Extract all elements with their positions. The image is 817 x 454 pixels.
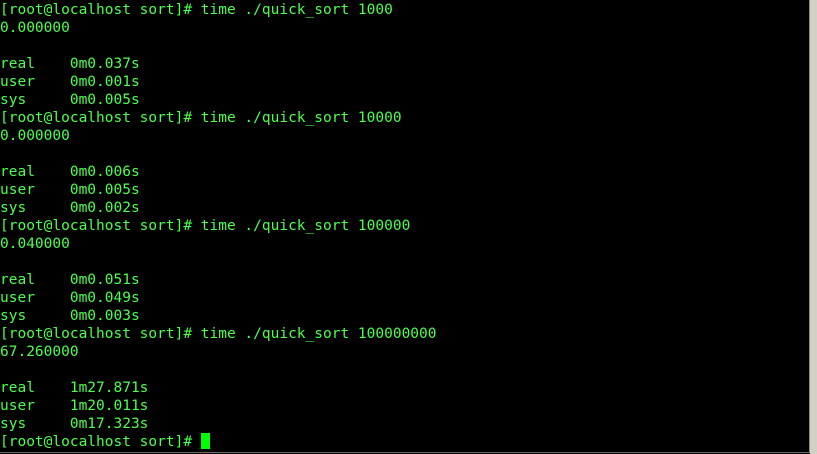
terminal-window[interactable]: [root@localhost sort]# time ./quick_sort… <box>0 0 810 453</box>
output-line: 0.000000 <box>0 128 70 144</box>
output-line: 0.040000 <box>0 236 70 252</box>
timing-line: real 0m0.051s <box>0 272 140 288</box>
command-line: [root@localhost sort]# time ./quick_sort… <box>0 110 402 126</box>
text-cursor <box>200 433 210 449</box>
timing-line: sys 0m0.002s <box>0 200 140 216</box>
timing-line: real 0m0.006s <box>0 164 140 180</box>
timing-line: real 1m27.871s <box>0 380 149 396</box>
command-line: [root@localhost sort]# time ./quick_sort… <box>0 218 411 234</box>
timing-line: sys 0m0.005s <box>0 92 140 108</box>
output-line: 0.000000 <box>0 20 70 36</box>
timing-line: sys 0m0.003s <box>0 308 140 324</box>
shell-prompt: [root@localhost sort]# <box>0 434 201 450</box>
timing-line: user 0m0.001s <box>0 74 140 90</box>
prompt-line[interactable]: [root@localhost sort]# <box>0 433 437 451</box>
timing-line: sys 0m17.323s <box>0 416 149 432</box>
output-line: 67.260000 <box>0 344 79 360</box>
timing-line: user 1m20.011s <box>0 398 149 414</box>
timing-line: real 0m0.037s <box>0 56 140 72</box>
window-edge <box>810 0 817 454</box>
command-line: [root@localhost sort]# time ./quick_sort… <box>0 326 437 342</box>
timing-line: user 0m0.005s <box>0 182 140 198</box>
command-line: [root@localhost sort]# time ./quick_sort… <box>0 2 393 18</box>
terminal-output: [root@localhost sort]# time ./quick_sort… <box>0 1 437 451</box>
timing-line: user 0m0.049s <box>0 290 140 306</box>
